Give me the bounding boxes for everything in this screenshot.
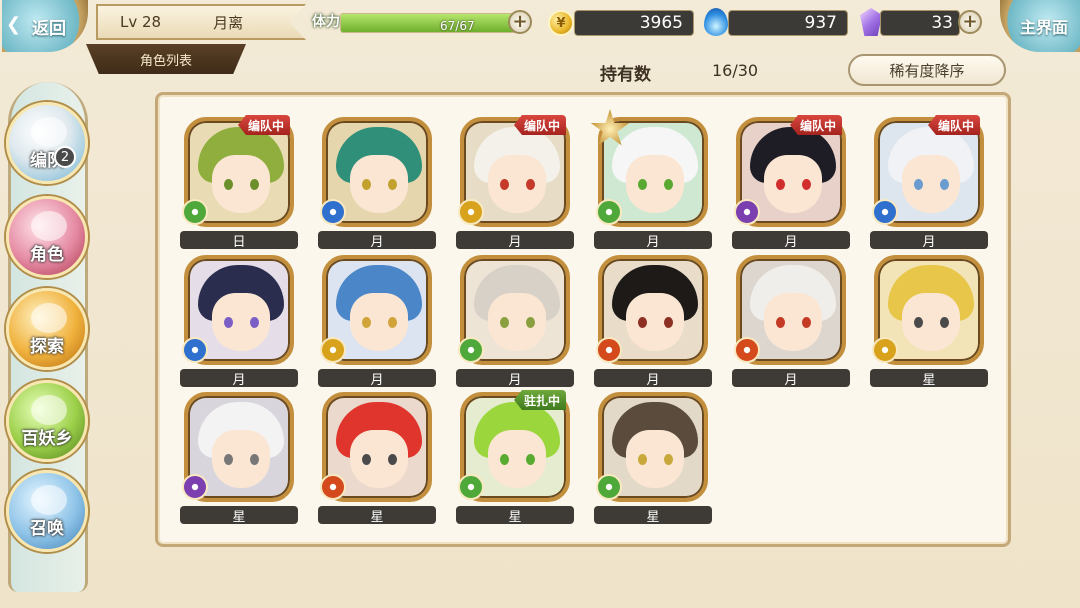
red-swirl-icon xyxy=(734,337,760,363)
owned-count-label: 持有数 xyxy=(600,65,651,85)
ghost-squad-icon xyxy=(31,117,67,147)
character-name: 星 xyxy=(870,369,988,388)
blue-swirl-icon xyxy=(872,199,898,225)
character-name: 星 xyxy=(180,506,298,525)
stamina-bar xyxy=(340,13,518,33)
back-arrow-icon: ❮ xyxy=(6,14,22,35)
nav-characters-label: 角色 xyxy=(30,245,64,265)
village-hut-icon xyxy=(31,395,67,425)
owned-count-value: 16/30 xyxy=(712,61,759,80)
character-icon xyxy=(31,211,67,241)
blue-swirl-icon xyxy=(320,199,346,225)
soul-amount: 937 xyxy=(728,10,848,36)
status-tag: 编队中 xyxy=(238,115,291,135)
character-name: 月 xyxy=(732,231,850,250)
main-menu-button[interactable]: 主界面 xyxy=(1000,0,1080,52)
crystal-amount: 33 xyxy=(880,10,960,36)
green-swirl-icon xyxy=(458,474,484,500)
purple-swirl-icon xyxy=(734,199,760,225)
soul-flame-icon xyxy=(704,8,728,36)
crystal-icon xyxy=(860,8,882,36)
nav-village-button[interactable]: 百妖乡 xyxy=(6,380,88,462)
status-tag: 编队中 xyxy=(514,115,567,135)
gold-swirl-icon xyxy=(872,337,898,363)
squad-count-badge: 2 xyxy=(54,146,76,168)
green-swirl-icon xyxy=(458,337,484,363)
add-crystal-button[interactable]: + xyxy=(958,10,982,34)
character-card[interactable]: 星 xyxy=(870,253,988,389)
character-name: 月 xyxy=(318,369,436,388)
red-swirl-icon xyxy=(320,474,346,500)
character-card[interactable]: 编队中月 xyxy=(870,115,988,251)
add-stamina-button[interactable]: + xyxy=(508,10,532,34)
character-name: 月 xyxy=(456,369,574,388)
green-swirl-icon xyxy=(596,199,622,225)
sort-button-label: 稀有度降序 xyxy=(889,61,965,80)
blue-swirl-icon xyxy=(182,337,208,363)
roster-panel: 编队中日月编队中月月编队中月编队中月月月月月月星星星驻扎中星星 xyxy=(155,92,1011,547)
tab-character-list-label: 角色列表 xyxy=(139,53,192,69)
nav-explore-button[interactable]: 探索 xyxy=(6,288,88,370)
gold-amount: 3965 xyxy=(574,10,694,36)
red-swirl-icon xyxy=(596,337,622,363)
nav-explore-label: 探索 xyxy=(30,337,64,357)
status-tag: 编队中 xyxy=(928,115,981,135)
character-card[interactable]: 月 xyxy=(732,253,850,389)
stamina-value: 67/67 xyxy=(440,19,475,33)
character-name: 月 xyxy=(870,231,988,250)
gold-swirl-icon xyxy=(458,199,484,225)
character-name: 月 xyxy=(180,369,298,388)
nav-characters-button[interactable]: 角色 xyxy=(6,196,88,278)
main-menu-label: 主界面 xyxy=(1019,18,1068,37)
stamina-fill xyxy=(341,14,517,32)
sort-button[interactable]: 稀有度降序 xyxy=(848,54,1006,86)
character-name: 月 xyxy=(594,231,712,250)
character-name: 月 xyxy=(594,369,712,388)
character-card[interactable]: 月 xyxy=(456,253,574,389)
status-tag: 编队中 xyxy=(790,115,843,135)
character-card[interactable]: 月 xyxy=(180,253,298,389)
character-card[interactable]: 星 xyxy=(318,390,436,526)
character-card[interactable]: 驻扎中星 xyxy=(456,390,574,526)
character-card[interactable]: 编队中月 xyxy=(732,115,850,251)
player-level: Lv 28 xyxy=(120,13,162,31)
character-card[interactable]: 月 xyxy=(318,253,436,389)
character-name: 星 xyxy=(456,506,574,525)
gold-swirl-icon xyxy=(320,337,346,363)
summon-swirl-icon xyxy=(31,485,67,515)
character-name: 月 xyxy=(456,231,574,250)
character-card[interactable]: 月 xyxy=(318,115,436,251)
character-card[interactable]: 编队中月 xyxy=(456,115,574,251)
tab-character-list: 角色列表 xyxy=(86,44,246,74)
character-name: 月 xyxy=(318,231,436,250)
status-tag: 驻扎中 xyxy=(514,390,567,410)
character-name: 日 xyxy=(180,231,298,250)
character-card[interactable]: 星 xyxy=(180,390,298,526)
character-card[interactable]: 月 xyxy=(590,109,712,251)
gold-coin-icon: ¥ xyxy=(548,10,574,36)
player-name: 月离 xyxy=(213,13,244,32)
green-swirl-icon xyxy=(596,474,622,500)
character-card[interactable]: 编队中日 xyxy=(180,115,298,251)
player-banner: Lv 28 月离 xyxy=(96,4,306,40)
character-card[interactable]: 月 xyxy=(594,253,712,389)
green-swirl-icon xyxy=(182,199,208,225)
nav-summon-button[interactable]: 召唤 xyxy=(6,470,88,552)
character-name: 月 xyxy=(732,369,850,388)
character-card[interactable]: 星 xyxy=(594,390,712,526)
stamina-label: 体力 xyxy=(312,14,340,30)
nav-village-label: 百妖乡 xyxy=(21,429,73,449)
character-name: 星 xyxy=(594,506,712,525)
character-name: 星 xyxy=(318,506,436,525)
purple-swirl-icon xyxy=(182,474,208,500)
nav-summon-label: 召唤 xyxy=(30,519,64,539)
nav-squad-button[interactable]: 编队 xyxy=(6,102,88,184)
explore-scroll-icon xyxy=(31,303,67,333)
back-button-label: 返回 xyxy=(32,18,66,39)
